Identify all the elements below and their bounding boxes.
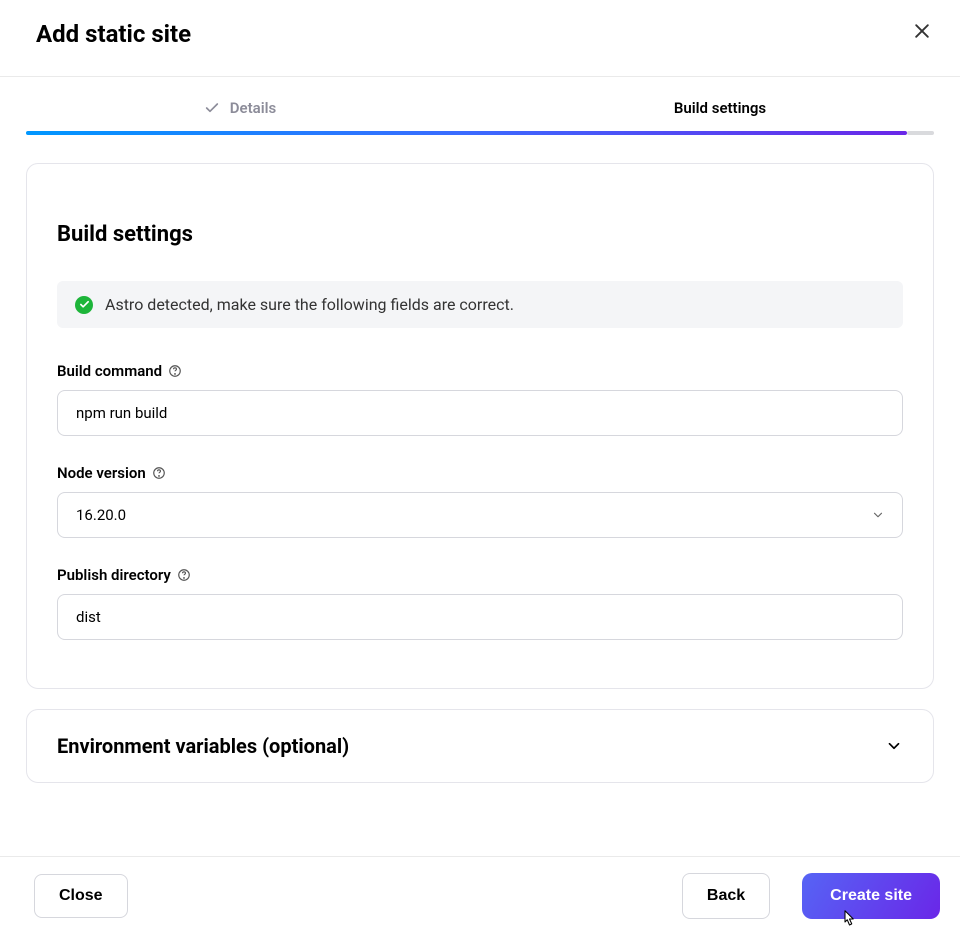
close-icon[interactable] — [912, 21, 932, 41]
publish-directory-label: Publish directory — [57, 566, 171, 584]
publish-directory-field: Publish directory — [57, 566, 903, 640]
create-site-button[interactable]: Create site — [802, 873, 940, 919]
build-settings-card: Build settings Astro detected, make sure… — [26, 163, 934, 689]
back-button[interactable]: Back — [682, 873, 770, 919]
check-icon — [204, 100, 220, 116]
page-title: Add static site — [36, 20, 191, 48]
tab-build-settings-label: Build settings — [674, 99, 766, 117]
section-title: Build settings — [57, 222, 903, 247]
help-icon[interactable] — [152, 466, 166, 480]
progress-remaining — [907, 131, 934, 135]
node-version-label: Node version — [57, 464, 146, 482]
chevron-down-icon — [885, 737, 903, 755]
env-variables-section[interactable]: Environment variables (optional) — [26, 709, 934, 783]
build-command-label: Build command — [57, 362, 162, 380]
success-check-icon — [75, 296, 93, 314]
progress-fill — [26, 131, 907, 135]
wizard-tabs: Details Build settings — [0, 85, 960, 131]
env-variables-title: Environment variables (optional) — [57, 734, 349, 758]
footer-bar: Close Back Create site — [0, 856, 960, 935]
alert-text: Astro detected, make sure the following … — [105, 295, 514, 314]
tab-details[interactable]: Details — [0, 85, 480, 131]
publish-directory-input[interactable] — [57, 594, 903, 640]
help-icon[interactable] — [168, 364, 182, 378]
tab-build-settings[interactable]: Build settings — [480, 85, 960, 131]
tab-details-label: Details — [230, 99, 276, 117]
help-icon[interactable] — [177, 568, 191, 582]
node-version-select[interactable]: 16.20.0 — [57, 492, 903, 538]
node-version-field: Node version 16.20.0 — [57, 464, 903, 538]
build-command-field: Build command — [57, 362, 903, 436]
detection-alert: Astro detected, make sure the following … — [57, 281, 903, 328]
close-button[interactable]: Close — [34, 874, 128, 918]
progress-bar — [26, 131, 934, 135]
build-command-input[interactable] — [57, 390, 903, 436]
